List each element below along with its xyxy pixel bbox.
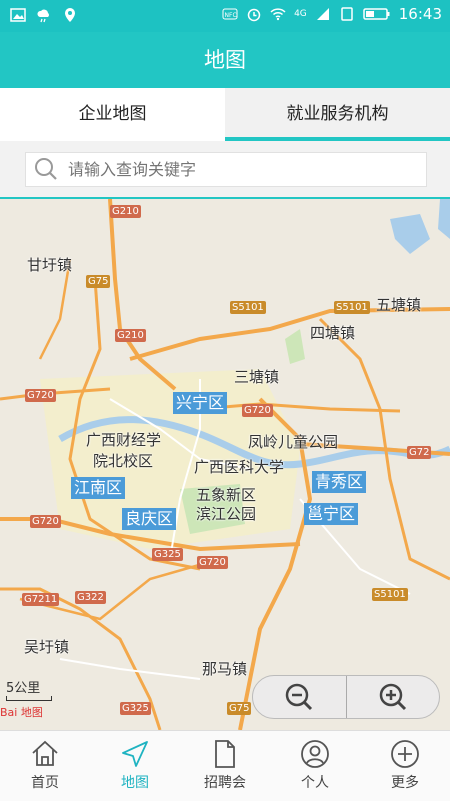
place-label: 五象新区	[196, 486, 257, 504]
road-label: G75	[86, 275, 111, 288]
network-label: 4G	[294, 9, 307, 19]
place-label: 那马镇	[202, 660, 248, 678]
district-label[interactable]: 江南区	[71, 477, 126, 499]
page-title: 地图	[0, 32, 450, 88]
map-scale: 5公里	[6, 677, 52, 701]
battery-icon	[363, 8, 390, 20]
nav-map[interactable]: 地图	[90, 731, 180, 801]
zoom-in-icon	[379, 683, 406, 711]
tab-employment-services[interactable]: 就业服务机构	[225, 88, 450, 141]
search-bar	[0, 141, 450, 200]
place-label: 滨江公园	[196, 505, 257, 523]
document-icon	[215, 740, 235, 768]
map-attribution: Bai 地图	[0, 706, 43, 719]
status-bar: NFC 4G 16:43	[0, 0, 450, 32]
nav-home[interactable]: 首页	[0, 731, 90, 801]
district-label[interactable]: 兴宁区	[173, 392, 228, 414]
road-label: G210	[110, 205, 141, 218]
place-label: 广西医科大学	[194, 458, 285, 476]
nav-label: 更多	[391, 775, 419, 791]
nav-more[interactable]: 更多	[360, 731, 450, 801]
nav-label: 招聘会	[204, 775, 246, 791]
tab-bar: 企业地图 就业服务机构	[0, 88, 450, 142]
district-label[interactable]: 邕宁区	[304, 503, 359, 525]
zoom-control	[252, 675, 440, 719]
place-label: 吴圩镇	[24, 638, 70, 656]
zoom-in-button[interactable]	[347, 676, 440, 718]
map-view[interactable]: G210 G75 S5101 S5101 G210 G720 G720 G72 …	[0, 199, 450, 730]
nav-profile[interactable]: 个人	[270, 731, 360, 801]
scale-label: 5公里	[6, 681, 41, 696]
road-label: G322	[75, 591, 106, 604]
road-label: G720	[30, 515, 61, 528]
search-box[interactable]	[25, 152, 427, 187]
user-icon	[301, 740, 329, 768]
road-label: G72	[407, 446, 432, 459]
search-icon	[35, 158, 57, 180]
place-label: 四塘镇	[310, 324, 356, 342]
road-label: S5101	[334, 301, 370, 314]
district-label[interactable]: 良庆区	[122, 508, 177, 530]
nav-label: 个人	[301, 775, 329, 791]
plus-circle-icon	[391, 740, 419, 768]
place-label: 甘圩镇	[27, 256, 73, 274]
road-label: G720	[197, 556, 228, 569]
alarm-icon	[247, 8, 261, 22]
home-icon	[32, 740, 58, 766]
road-label: G325	[120, 702, 151, 715]
place-label: 广西财经学	[86, 431, 162, 449]
clock: 16:43	[398, 5, 442, 23]
signal-icon	[316, 8, 329, 20]
weather-icon	[37, 9, 49, 23]
road-label: G720	[242, 404, 273, 417]
place-label: 三塘镇	[234, 368, 280, 386]
place-label: 凤岭儿童公园	[248, 433, 339, 451]
nav-label: 首页	[31, 775, 59, 791]
place-label: 院北校区	[93, 452, 154, 470]
nfc-icon: NFC	[222, 8, 238, 20]
navigation-icon	[122, 741, 148, 767]
road-label: S5101	[372, 588, 408, 601]
location-icon	[65, 8, 75, 22]
sim-icon	[341, 7, 353, 21]
road-label: G325	[152, 548, 183, 561]
scale-bar	[6, 696, 52, 701]
road-label: G210	[115, 329, 146, 342]
road-label: G720	[25, 389, 56, 402]
zoom-out-icon	[286, 683, 313, 711]
nav-label: 地图	[121, 775, 149, 791]
road-label: S5101	[230, 301, 266, 314]
nav-job-fair[interactable]: 招聘会	[180, 731, 270, 801]
zoom-out-button[interactable]	[253, 676, 346, 718]
bottom-nav: 首页 地图 招聘会 个人 更多	[0, 730, 450, 801]
svg-text:NFC: NFC	[225, 12, 237, 19]
district-label[interactable]: 青秀区	[312, 471, 367, 493]
image-icon	[10, 8, 26, 22]
search-input[interactable]	[66, 159, 410, 180]
wifi-icon	[270, 8, 286, 21]
place-label: 五塘镇	[376, 296, 422, 314]
tab-enterprise-map[interactable]: 企业地图	[0, 88, 225, 141]
road-label: G75	[227, 702, 252, 715]
road-label: G7211	[22, 593, 60, 606]
